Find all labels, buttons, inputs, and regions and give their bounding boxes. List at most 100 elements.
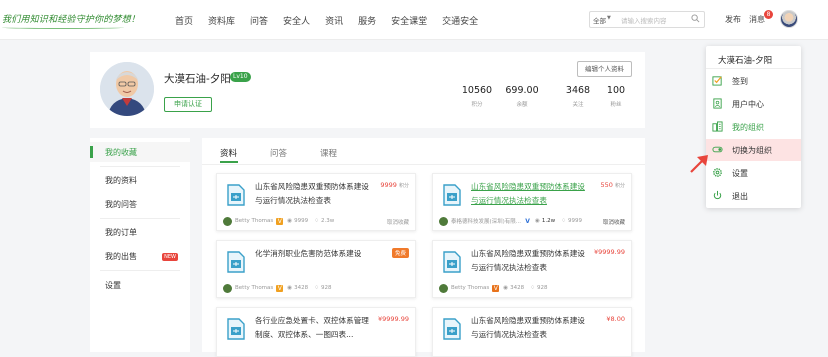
search-input[interactable]: 请输入搜索内容 bbox=[621, 15, 667, 25]
menu-item-logout[interactable]: 退出 bbox=[706, 185, 801, 207]
card-price: ¥9999.99 bbox=[377, 315, 409, 323]
likes-icon: ♢ bbox=[530, 285, 536, 291]
like-count: 2.3w bbox=[321, 218, 335, 224]
document-icon bbox=[227, 184, 245, 206]
sidebar-item-my-orders[interactable]: 我的订单 bbox=[105, 227, 137, 238]
document-card[interactable]: 山东省风险隐患双重预防体系建设与运行情况执法检查表 9999 积分 Betty … bbox=[216, 173, 416, 231]
edit-profile-button[interactable]: 编辑个人资料 bbox=[577, 61, 632, 77]
active-tab-underline bbox=[220, 161, 238, 163]
card-price: 9999 积分 bbox=[380, 181, 409, 189]
card-title[interactable]: 山东省风险隐患双重预防体系建设与运行情况执法检查表 bbox=[471, 247, 586, 275]
card-title[interactable]: 山东省风险隐患双重预防体系建设与运行情况执法检查表 bbox=[255, 180, 370, 208]
sidebar-item-my-qa[interactable]: 我的问答 bbox=[105, 199, 137, 210]
document-card[interactable]: 各行业应急处置卡、双控体系管理制度、双控体系、一图四表... ¥9999.99 bbox=[216, 307, 416, 357]
author-avatar bbox=[223, 283, 232, 293]
sidebar-item-settings[interactable]: 设置 bbox=[105, 280, 121, 291]
nav-services[interactable]: 服务 bbox=[358, 14, 376, 27]
stat-points[interactable]: 10560 积分 bbox=[460, 85, 494, 108]
stat-fans[interactable]: 100 粉丝 bbox=[605, 85, 627, 108]
document-icon bbox=[227, 251, 245, 273]
site-slogan-logo[interactable]: 我们用知识和经验守护你的梦想！ bbox=[2, 12, 140, 25]
user-dropdown-menu: 大漠石油-夕阳 签到 用户中心 我的组织 切换为组织 设置 退出 bbox=[706, 46, 801, 208]
divider bbox=[100, 218, 180, 219]
user-avatar-menu[interactable] bbox=[780, 10, 798, 28]
card-price: 550 积分 bbox=[600, 181, 625, 189]
tab-qa[interactable]: 问答 bbox=[270, 147, 287, 159]
cancel-favorite-button[interactable]: 取消收藏 bbox=[387, 218, 409, 226]
annotation-arrow-icon bbox=[690, 155, 708, 173]
view-count: 9999 bbox=[294, 218, 309, 224]
card-meta: Betty Thomas V ◉ 9999 ♢ 2.3w bbox=[223, 216, 334, 226]
document-card[interactable]: 山东省风险隐患双重预防体系建设与运行情况执法检查表 550 积分 泰格德科技发展… bbox=[432, 173, 632, 231]
checkin-icon bbox=[712, 76, 722, 86]
card-title[interactable]: 化学消剂职业危害防范体系建设 bbox=[255, 247, 395, 261]
sidebar-active-indicator bbox=[90, 146, 93, 158]
document-card[interactable]: 山东省风险隐患双重预防体系建设与运行情况执法检查表 ¥9999.99 Betty… bbox=[432, 240, 632, 298]
menu-item-switch-to-organization[interactable]: 切换为组织 bbox=[706, 139, 801, 161]
author-avatar bbox=[439, 283, 448, 293]
search-box[interactable]: 全部 ▼ 请输入搜索内容 bbox=[589, 11, 705, 28]
view-count: 3428 bbox=[510, 285, 525, 291]
author-name[interactable]: Betty Thomas bbox=[235, 218, 273, 224]
verified-badge-icon: V bbox=[276, 217, 284, 225]
card-title[interactable]: 山东省风险隐患双重预防体系建设与运行情况执法检查表 bbox=[471, 314, 586, 342]
apply-certification-button[interactable]: 申请认证 bbox=[164, 97, 212, 112]
publish-button[interactable]: 发布 bbox=[725, 14, 741, 25]
top-navigation-bar: 我们用知识和经验守护你的梦想！ 首页 资料库 问答 安全人 资讯 服务 安全课堂… bbox=[0, 0, 828, 40]
tabs-divider bbox=[202, 164, 645, 165]
like-count: 928 bbox=[321, 285, 332, 291]
menu-item-settings[interactable]: 设置 bbox=[706, 162, 801, 184]
messages-button[interactable]: 消息 bbox=[749, 14, 765, 25]
divider bbox=[706, 68, 801, 69]
menu-item-checkin[interactable]: 签到 bbox=[706, 70, 801, 92]
nav-library[interactable]: 资料库 bbox=[208, 14, 235, 27]
nav-safety-people[interactable]: 安全人 bbox=[283, 14, 310, 27]
dropdown-username: 大漠石油-夕阳 bbox=[718, 56, 773, 66]
author-name[interactable]: Betty Thomas bbox=[451, 285, 489, 291]
document-card[interactable]: 化学消剂职业危害防范体系建设 免费 Betty Thomas V ◉ 3428 ♢… bbox=[216, 240, 416, 298]
views-icon: ◉ bbox=[503, 285, 509, 291]
sidebar-item-my-sales[interactable]: 我的出售 bbox=[105, 251, 137, 262]
avatar-portrait-icon bbox=[100, 62, 154, 116]
likes-icon: ♢ bbox=[314, 218, 320, 224]
chevron-down-icon: ▼ bbox=[607, 15, 611, 21]
gear-icon bbox=[713, 168, 722, 177]
nav-home[interactable]: 首页 bbox=[175, 14, 193, 27]
document-card[interactable]: 山东省风险隐患双重预防体系建设与运行情况执法检查表 ¥8.00 bbox=[432, 307, 632, 357]
search-icon[interactable] bbox=[691, 14, 700, 23]
tab-files[interactable]: 资料 bbox=[220, 147, 237, 159]
card-title[interactable]: 山东省风险隐患双重预防体系建设与运行情况执法检查表 bbox=[471, 180, 586, 208]
author-avatar bbox=[439, 216, 448, 226]
author-name[interactable]: Betty Thomas bbox=[235, 285, 273, 291]
level-badge: Lv10 bbox=[230, 72, 251, 82]
favorites-panel: 资料 问答 课程 山东省风险隐患双重预防体系建设与运行情况执法检查表 9999 … bbox=[202, 138, 645, 357]
tab-courses[interactable]: 课程 bbox=[320, 147, 337, 159]
logo-swoosh bbox=[2, 26, 124, 29]
nav-qa[interactable]: 问答 bbox=[250, 14, 268, 27]
profile-avatar[interactable] bbox=[100, 62, 154, 116]
organization-icon bbox=[712, 121, 723, 132]
search-scope-select[interactable]: 全部 bbox=[593, 15, 606, 25]
card-title[interactable]: 各行业应急处置卡、双控体系管理制度、双控体系、一图四表... bbox=[255, 314, 370, 342]
sidebar-item-my-files[interactable]: 我的资料 bbox=[105, 175, 137, 186]
cancel-favorite-button[interactable]: 取消收藏 bbox=[603, 218, 625, 226]
stat-balance[interactable]: 699.00 余额 bbox=[504, 85, 540, 108]
views-icon: ◉ bbox=[535, 218, 540, 224]
author-name[interactable]: 泰格德科技发展(深圳)有限... bbox=[451, 217, 521, 225]
menu-item-user-center[interactable]: 用户中心 bbox=[706, 93, 801, 115]
message-count-badge: 8 bbox=[764, 10, 773, 19]
document-icon bbox=[443, 251, 461, 273]
card-meta: Betty Thomas V ◉ 3428 ♢ 928 bbox=[439, 283, 548, 293]
stat-following[interactable]: 3468 关注 bbox=[564, 85, 592, 108]
nav-news[interactable]: 资讯 bbox=[325, 14, 343, 27]
sidebar-item-favorites[interactable]: 我的收藏 bbox=[105, 147, 137, 158]
nav-traffic-safety[interactable]: 交通安全 bbox=[442, 14, 478, 27]
like-count: 928 bbox=[537, 285, 548, 291]
user-center-icon bbox=[713, 98, 722, 109]
card-price: ¥8.00 bbox=[606, 315, 625, 323]
divider bbox=[100, 166, 180, 167]
account-sidebar: 我的收藏 我的资料 我的问答 我的订单 我的出售 NEW 设置 bbox=[90, 138, 190, 352]
nav-safety-class[interactable]: 安全课堂 bbox=[391, 14, 427, 27]
menu-item-my-organization[interactable]: 我的组织 bbox=[706, 116, 801, 138]
like-count: 9999 bbox=[568, 218, 583, 224]
